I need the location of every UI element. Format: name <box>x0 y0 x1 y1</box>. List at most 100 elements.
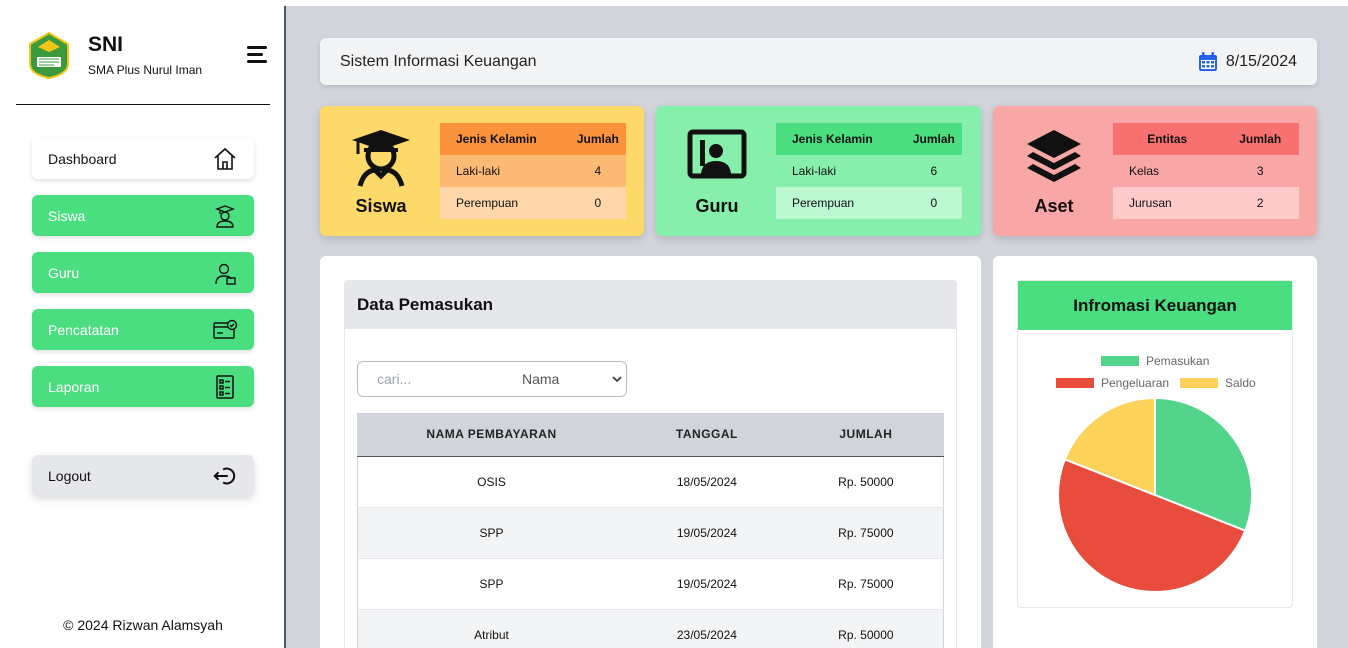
column-header: Entitas <box>1113 123 1222 155</box>
legend-label: Pengeluaran <box>1101 376 1170 390</box>
search-bar: Nama <box>357 361 627 397</box>
layers-icon <box>1027 130 1081 182</box>
sidebar-item-pencatatan[interactable]: Pencatatan <box>32 309 254 350</box>
brand-title: SNI <box>88 33 124 56</box>
sidebar-item-siswa[interactable]: Siswa <box>32 195 254 236</box>
column-header: Jumlah <box>905 123 962 155</box>
sidebar-item-laporan[interactable]: Laporan <box>32 366 254 407</box>
table-cell: Kelas <box>1113 155 1222 187</box>
teacher-icon <box>212 260 238 286</box>
table-cell: SPP <box>357 558 626 610</box>
table-cell: 23/05/2024 <box>625 609 789 648</box>
column-header: Jenis Kelamin <box>776 123 906 155</box>
table-cell: 3 <box>1221 155 1299 187</box>
sidebar-item-label: Laporan <box>48 378 100 395</box>
menu-toggle-icon[interactable] <box>247 46 267 64</box>
table-cell: Perempuan <box>440 187 570 219</box>
sidebar: SNI SMA Plus Nurul Iman Dashboard Siswa … <box>0 6 286 648</box>
legend-item[interactable]: Saldo <box>1180 376 1256 390</box>
table-cell: 4 <box>569 155 626 187</box>
sidebar-item-label: Siswa <box>48 207 86 224</box>
table-cell: OSIS <box>357 456 626 508</box>
table-cell: 19/05/2024 <box>625 507 789 559</box>
aset-table: Entitas Jumlah Kelas 3 Jurusan 2 <box>1113 123 1299 219</box>
chart-card: Infromasi Keuangan Pemasukan Pengeluaran… <box>1017 280 1293 608</box>
page-title: Sistem Informasi Keuangan <box>340 52 537 70</box>
filter-select[interactable]: Nama <box>522 371 622 387</box>
school-logo-icon <box>29 31 69 80</box>
sidebar-item-dashboard[interactable]: Dashboard <box>32 138 254 179</box>
date-text: 8/15/2024 <box>1225 52 1297 70</box>
pie-chart <box>1057 396 1253 593</box>
brand: SNI SMA Plus Nurul Iman <box>24 30 202 80</box>
calendar-icon <box>1198 51 1217 71</box>
header-date: 8/15/2024 <box>1198 51 1297 72</box>
home-icon <box>212 146 238 172</box>
table-row: SPP 19/05/2024 Rp. 75000 <box>357 558 944 610</box>
sidebar-item-label: Dashboard <box>48 150 117 167</box>
legend-item[interactable]: Pemasukan <box>1101 354 1209 368</box>
table-row: OSIS 18/05/2024 Rp. 50000 <box>357 456 944 508</box>
table-cell: SPP <box>357 507 626 559</box>
table-cell: 0 <box>569 187 626 219</box>
table-cell: Rp. 50000 <box>788 456 944 508</box>
siswa-card: Siswa Jenis Kelamin Jumlah Laki-laki 4 Per… <box>320 106 644 236</box>
pemasukan-table: NAMA PEMBAYARAN TANGGAL JUMLAH OSIS 18/0… <box>357 413 944 648</box>
table-cell: Laki-laki <box>776 155 906 187</box>
column-header: Jumlah <box>569 123 626 155</box>
table-cell: Rp. 50000 <box>788 609 944 648</box>
header-bar: Sistem Informasi Keuangan 8/15/2024 <box>320 38 1317 85</box>
column-header: TANGGAL <box>625 413 789 457</box>
table-row: SPP 19/05/2024 Rp. 75000 <box>357 507 944 559</box>
table-cell: Rp. 75000 <box>788 558 944 610</box>
aset-card: Aset Entitas Jumlah Kelas 3 Jurusan 2 <box>993 106 1317 236</box>
card-label: Guru <box>695 196 739 216</box>
table-cell: 2 <box>1221 187 1299 219</box>
logout-label: Logout <box>48 467 91 484</box>
legend-item[interactable]: Pengeluaran <box>1056 376 1169 390</box>
column-header: Jenis Kelamin <box>440 123 570 155</box>
legend-swatch <box>1180 378 1218 388</box>
chevron-down-icon <box>612 375 622 382</box>
sidebar-divider <box>16 104 270 105</box>
table-cell: 19/05/2024 <box>625 558 789 610</box>
guru-table: Jenis Kelamin Jumlah Laki-laki 6 Perempuan… <box>776 123 962 219</box>
chart-title: Infromasi Keuangan <box>1018 281 1292 330</box>
graduate-icon <box>352 130 410 187</box>
table-cell: Atribut <box>357 609 626 648</box>
guru-card: Guru Jenis Kelamin Jumlah Laki-laki 6 Pere… <box>656 106 981 236</box>
chart-panel: Infromasi Keuangan Pemasukan Pengeluaran… <box>993 256 1317 648</box>
sidebar-item-guru[interactable]: Guru <box>32 252 254 293</box>
student-icon <box>212 203 238 229</box>
logout-icon <box>212 463 238 489</box>
table-cell: Rp. 75000 <box>788 507 944 559</box>
table-cell: Perempuan <box>776 187 906 219</box>
siswa-table: Jenis Kelamin Jumlah Laki-laki 4 Perempuan… <box>440 123 626 219</box>
wallet-check-icon <box>212 317 238 343</box>
card-label: Aset <box>1034 196 1074 216</box>
logout-button[interactable]: Logout <box>32 455 254 496</box>
table-cell: Laki-laki <box>440 155 570 187</box>
table-cell: 6 <box>905 155 962 187</box>
column-header: Jumlah <box>1221 123 1299 155</box>
legend-label: Saldo <box>1225 376 1256 390</box>
pemasukan-panel: Data Pemasukan Nama NAMA PEMBAYARAN TANG… <box>320 256 981 648</box>
legend-swatch <box>1056 378 1094 388</box>
copyright-text: © 2024 Rizwan Alamsyah <box>63 617 223 633</box>
legend-swatch <box>1101 356 1139 366</box>
sidebar-item-label: Pencatatan <box>48 321 119 338</box>
table-row: Atribut 23/05/2024 Rp. 50000 <box>357 609 944 648</box>
column-header: NAMA PEMBAYARAN <box>357 413 626 457</box>
brand-subtitle: SMA Plus Nurul Iman <box>88 63 203 77</box>
teacher-board-icon <box>687 129 747 179</box>
search-input[interactable] <box>358 362 508 396</box>
column-header: JUMLAH <box>788 413 944 457</box>
legend-label: Pemasukan <box>1146 354 1210 368</box>
panel-title: Data Pemasukan <box>344 280 957 329</box>
filter-selected-value: Nama <box>522 371 560 387</box>
card-label: Siswa <box>355 196 407 216</box>
table-cell: 18/05/2024 <box>625 456 789 508</box>
sidebar-item-label: Guru <box>48 264 80 281</box>
table-cell: Jurusan <box>1113 187 1222 219</box>
report-icon <box>212 374 238 400</box>
